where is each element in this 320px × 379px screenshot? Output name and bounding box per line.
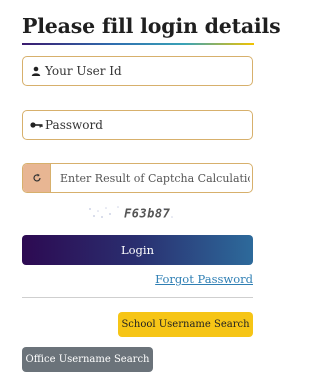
form-title: Please fill login details (22, 14, 281, 38)
captcha-image: F63b87 (89, 206, 173, 221)
school-username-search-button[interactable]: School Username Search (118, 312, 253, 337)
password-field[interactable]: Password (22, 110, 253, 140)
captcha-input[interactable] (51, 164, 252, 192)
user-id-placeholder: Your User Id (45, 64, 122, 78)
password-placeholder: Password (45, 118, 103, 132)
forgot-password-link[interactable]: Forgot Password (155, 272, 253, 286)
title-underline (22, 43, 254, 45)
login-button[interactable]: Login (22, 235, 253, 265)
captcha-image-text: F63b87 (124, 207, 171, 221)
key-icon (29, 121, 43, 129)
captcha-field (22, 163, 253, 193)
divider (22, 297, 253, 298)
refresh-icon[interactable] (23, 164, 51, 192)
user-id-field[interactable]: Your User Id (22, 56, 253, 86)
office-username-search-button[interactable]: Office Username Search (22, 347, 153, 372)
user-icon (29, 66, 43, 76)
